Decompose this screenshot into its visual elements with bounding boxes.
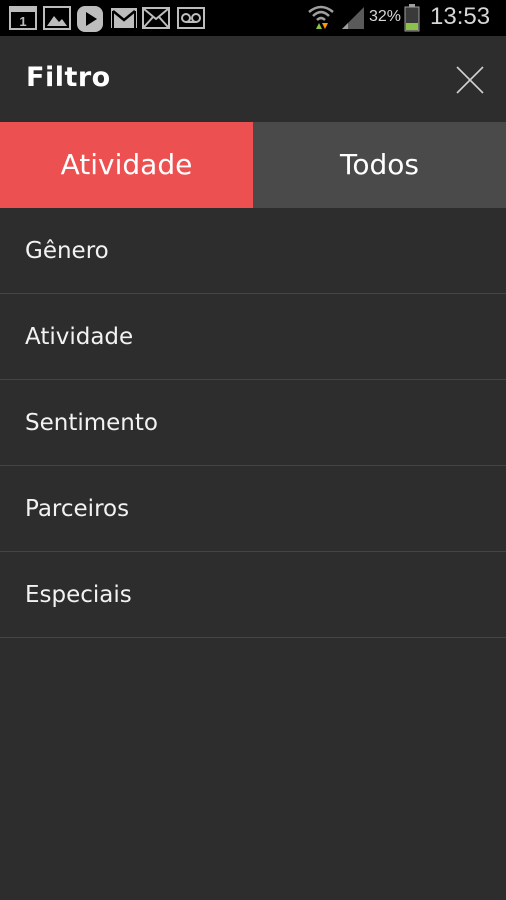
filter-item-label: Especiais (25, 582, 132, 608)
filter-item-especiais[interactable]: Especiais (0, 552, 506, 638)
tab-todos[interactable]: Todos (253, 122, 506, 208)
clock: 13:53 (430, 3, 491, 30)
filter-item-label: Sentimento (25, 410, 158, 436)
signal-icon (342, 7, 364, 29)
header: Filtro (0, 36, 506, 122)
voicemail-icon (177, 7, 205, 29)
wifi-icon (308, 5, 334, 29)
filter-item-parceiros[interactable]: Parceiros (0, 466, 506, 552)
battery-percent: 32% (369, 8, 402, 25)
email-icon (142, 7, 170, 29)
status-bar: 1 32% 13:53 (0, 0, 506, 36)
calendar-1-icon: 1 (9, 6, 37, 30)
tab-label: Atividade (60, 148, 193, 181)
filter-item-label: Parceiros (25, 496, 130, 522)
gmail-icon (111, 8, 137, 28)
filter-item-sentimento[interactable]: Sentimento (0, 380, 506, 466)
tab-label: Todos (340, 148, 419, 181)
page-title: Filtro (26, 62, 111, 93)
filter-tabs: Atividade Todos (0, 122, 506, 208)
gallery-icon (43, 6, 71, 30)
filter-item-atividade[interactable]: Atividade (0, 294, 506, 380)
filter-list: Gênero Atividade Sentimento Parceiros Es… (0, 208, 506, 638)
filter-item-genero[interactable]: Gênero (0, 208, 506, 294)
battery-icon (404, 4, 420, 32)
play-store-icon (77, 6, 103, 32)
calendar-day: 1 (19, 14, 26, 29)
close-button[interactable] (452, 62, 488, 98)
close-icon (456, 66, 484, 94)
tab-atividade[interactable]: Atividade (0, 122, 253, 208)
filter-item-label: Gênero (25, 238, 109, 264)
filter-item-label: Atividade (25, 324, 134, 350)
